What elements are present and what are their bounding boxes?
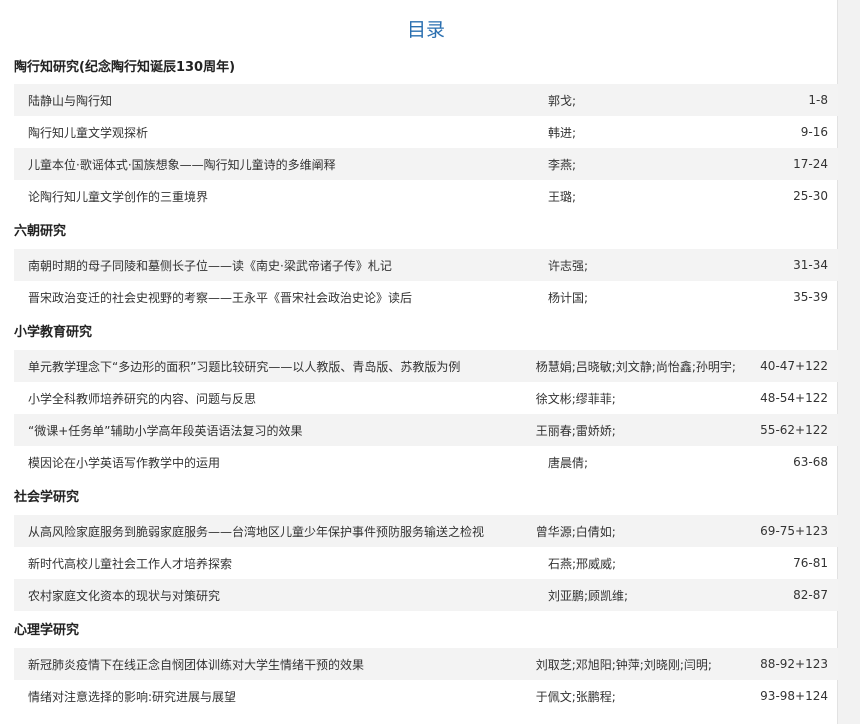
section-title: 陶行知研究(纪念陶行知诞辰130周年)	[14, 60, 236, 75]
section-title: 社会学研究	[14, 490, 80, 505]
article-pages: 63-68	[793, 455, 828, 469]
article-title-link[interactable]: 论陶行知儿童文学创作的三重境界	[14, 188, 538, 205]
article-row[interactable]: 单元教学理念下“多边形的面积”习题比较研究——以人教版、青岛版、苏教版为例 杨慧…	[14, 350, 838, 382]
section: 小学教育研究 单元教学理念下“多边形的面积”习题比较研究——以人教版、青岛版、苏…	[14, 323, 838, 478]
section-title: 小学教育研究	[14, 325, 93, 340]
article-row[interactable]: 论陶行知儿童文学创作的三重境界 王璐; 25-30	[14, 180, 838, 212]
table-of-contents: 目录 陶行知研究(纪念陶行知诞辰130周年) 陆静山与陶行知 郭戈; 1-8 陶…	[14, 0, 838, 712]
article-row[interactable]: 新冠肺炎疫情下在线正念自悯团体训练对大学生情绪干预的效果 刘取芝;邓旭阳;钟萍;…	[14, 648, 838, 680]
article-row[interactable]: 小学全科教师培养研究的内容、问题与反思 徐文彬;缪菲菲; 48-54+122	[14, 382, 838, 414]
article-row[interactable]: “微课+任务单”辅助小学高年段英语语法复习的效果 王丽春;雷娇娇; 55-62+…	[14, 414, 838, 446]
article-pages: 55-62+122	[760, 423, 828, 437]
article-pages: 82-87	[793, 588, 828, 602]
article-title-link[interactable]: 新冠肺炎疫情下在线正念自悯团体训练对大学生情绪干预的效果	[14, 656, 526, 673]
article-row[interactable]: 南朝时期的母子同陵和墓侧长子位——读《南史·梁武帝诸子传》札记 许志强; 31-…	[14, 249, 838, 281]
article-row[interactable]: 陆静山与陶行知 郭戈; 1-8	[14, 84, 838, 116]
section-title: 六朝研究	[14, 224, 67, 239]
article-authors: 郭戈;	[548, 93, 577, 108]
article-authors: 刘亚鹏;顾凯维;	[548, 588, 629, 603]
article-title-link[interactable]: 情绪对注意选择的影响:研究进展与展望	[14, 688, 526, 705]
article-authors: 许志强;	[548, 258, 589, 273]
article-pages: 93-98+124	[760, 689, 828, 703]
article-title-link[interactable]: 农村家庭文化资本的现状与对策研究	[14, 587, 538, 604]
article-row[interactable]: 模因论在小学英语写作教学中的运用 唐晨倩; 63-68	[14, 446, 838, 478]
article-pages: 25-30	[793, 189, 828, 203]
article-pages: 76-81	[793, 556, 828, 570]
article-pages: 31-34	[793, 258, 828, 272]
section: 陶行知研究(纪念陶行知诞辰130周年) 陆静山与陶行知 郭戈; 1-8 陶行知儿…	[14, 58, 838, 212]
article-authors: 王丽春;雷娇娇;	[535, 423, 616, 438]
article-title-link[interactable]: 模因论在小学英语写作教学中的运用	[14, 454, 538, 471]
article-row[interactable]: 农村家庭文化资本的现状与对策研究 刘亚鹏;顾凯维; 82-87	[14, 579, 838, 611]
title-spacer	[14, 42, 838, 58]
article-authors: 曾华源;白倩如;	[535, 524, 616, 539]
article-pages: 69-75+123	[760, 524, 828, 538]
article-authors: 杨计国;	[548, 290, 589, 305]
article-pages: 17-24	[793, 157, 828, 171]
article-title-link[interactable]: “微课+任务单”辅助小学高年段英语语法复习的效果	[14, 422, 526, 439]
article-pages: 88-92+123	[760, 657, 828, 671]
article-title-link[interactable]: 南朝时期的母子同陵和墓侧长子位——读《南史·梁武帝诸子传》札记	[14, 257, 538, 274]
section: 六朝研究 南朝时期的母子同陵和墓侧长子位——读《南史·梁武帝诸子传》札记 许志强…	[14, 222, 838, 313]
section: 心理学研究 新冠肺炎疫情下在线正念自悯团体训练对大学生情绪干预的效果 刘取芝;邓…	[14, 621, 838, 712]
article-title-link[interactable]: 小学全科教师培养研究的内容、问题与反思	[14, 390, 526, 407]
article-authors: 石燕;邢威威;	[548, 556, 617, 571]
article-pages: 9-16	[800, 125, 828, 139]
article-row[interactable]: 情绪对注意选择的影响:研究进展与展望 于佩文;张鹏程; 93-98+124	[14, 680, 838, 712]
article-title-link[interactable]: 从高风险家庭服务到脆弱家庭服务——台湾地区儿童少年保护事件预防服务输送之检视	[14, 523, 526, 540]
article-title-link[interactable]: 新时代高校儿童社会工作人才培养探索	[14, 555, 538, 572]
article-authors: 于佩文;张鹏程;	[535, 689, 616, 704]
article-authors: 王璐;	[548, 189, 577, 204]
article-pages: 1-8	[808, 93, 828, 107]
article-authors: 韩进;	[548, 125, 577, 140]
section: 社会学研究 从高风险家庭服务到脆弱家庭服务——台湾地区儿童少年保护事件预防服务输…	[14, 488, 838, 611]
article-title-link[interactable]: 陶行知儿童文学观探析	[14, 124, 538, 141]
article-authors: 李燕;	[548, 157, 577, 172]
article-row[interactable]: 晋宋政治变迁的社会史视野的考察——王永平《晋宋社会政治史论》读后 杨计国; 35…	[14, 281, 838, 313]
page-title: 目录	[406, 19, 445, 41]
article-authors: 刘取芝;邓旭阳;钟萍;刘晓刚;闫明;	[535, 657, 712, 672]
article-row[interactable]: 新时代高校儿童社会工作人才培养探索 石燕;邢威威; 76-81	[14, 547, 838, 579]
article-title-link[interactable]: 单元教学理念下“多边形的面积”习题比较研究——以人教版、青岛版、苏教版为例	[14, 358, 526, 375]
section-title: 心理学研究	[14, 623, 80, 638]
article-row[interactable]: 儿童本位·歌谣体式·国族想象——陶行知儿童诗的多维阐释 李燕; 17-24	[14, 148, 838, 180]
article-pages: 48-54+122	[760, 391, 828, 405]
article-authors: 唐晨倩;	[548, 455, 589, 470]
article-title-link[interactable]: 晋宋政治变迁的社会史视野的考察——王永平《晋宋社会政治史论》读后	[14, 289, 538, 306]
page-scrollbar-area	[837, 0, 860, 724]
article-title-link[interactable]: 陆静山与陶行知	[14, 92, 538, 109]
article-title-link[interactable]: 儿童本位·歌谣体式·国族想象——陶行知儿童诗的多维阐释	[14, 156, 538, 173]
article-authors: 杨慧娟;吕晓敏;刘文静;尚怡鑫;孙明宇;	[535, 359, 736, 374]
article-authors: 徐文彬;缪菲菲;	[535, 391, 616, 406]
article-row[interactable]: 陶行知儿童文学观探析 韩进; 9-16	[14, 116, 838, 148]
article-pages: 40-47+122	[760, 359, 828, 373]
article-pages: 35-39	[793, 290, 828, 304]
article-row[interactable]: 从高风险家庭服务到脆弱家庭服务——台湾地区儿童少年保护事件预防服务输送之检视 曾…	[14, 515, 838, 547]
